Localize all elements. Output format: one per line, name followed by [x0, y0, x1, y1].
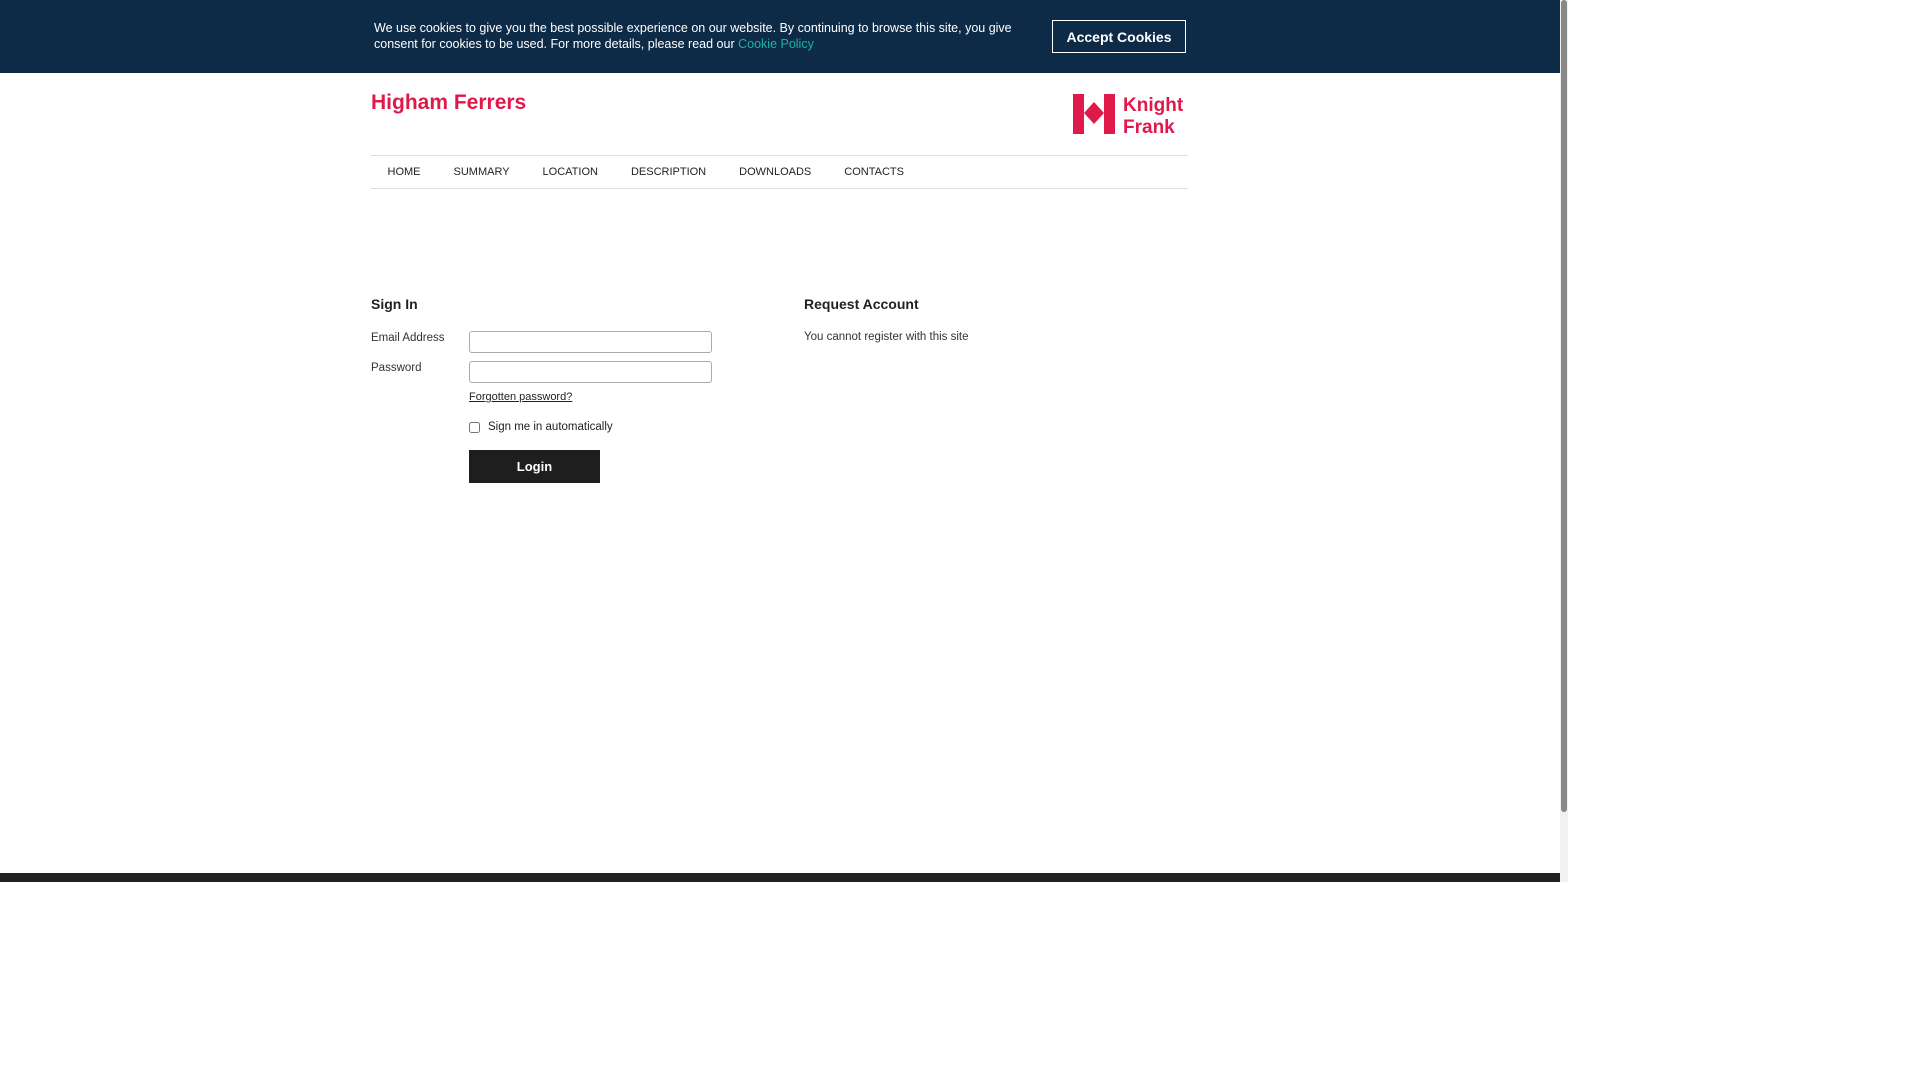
password-field[interactable] [469, 361, 712, 383]
main-nav: HOME SUMMARY LOCATION DESCRIPTION DOWNLO… [371, 155, 1188, 189]
forgot-password-link[interactable]: Forgotten password? [469, 391, 572, 403]
scrollbar-thumb[interactable] [1561, 0, 1567, 812]
register-message: You cannot register with this site [804, 331, 969, 343]
cookie-message: We use cookies to give you the best poss… [374, 20, 1034, 52]
nav-item-downloads[interactable]: DOWNLOADS [723, 156, 828, 188]
remember-me-checkbox[interactable] [469, 421, 480, 433]
sign-in-heading: Sign In [371, 296, 418, 312]
email-label: Email Address [371, 332, 445, 344]
logo-text-frank: Frank [1123, 117, 1175, 136]
email-field[interactable] [469, 331, 712, 353]
logo-mark [1073, 94, 1115, 134]
remember-me[interactable]: Sign me in automatically [469, 421, 613, 433]
login-button[interactable]: Login [469, 450, 600, 483]
knight-frank-logo[interactable]: Knight Frank [1073, 92, 1189, 136]
cookie-banner: We use cookies to give you the best poss… [0, 0, 1560, 73]
password-label: Password [371, 362, 422, 374]
request-account-heading: Request Account [804, 296, 919, 312]
nav-item-summary[interactable]: SUMMARY [437, 156, 526, 188]
footer-strip [0, 873, 1560, 882]
remember-me-label: Sign me in automatically [488, 421, 613, 433]
cookie-policy-link[interactable]: Cookie Policy [738, 37, 814, 51]
accept-cookies-button[interactable]: Accept Cookies [1052, 20, 1186, 53]
nav-item-contacts[interactable]: CONTACTS [828, 156, 921, 188]
site-title: Higham Ferrers [371, 91, 527, 114]
nav-item-description[interactable]: DESCRIPTION [614, 156, 722, 188]
nav-item-home[interactable]: HOME [371, 156, 437, 188]
logo-text-knight: Knight [1123, 95, 1184, 116]
vertical-scrollbar[interactable] [1560, 0, 1568, 882]
nav-item-location[interactable]: LOCATION [526, 156, 614, 188]
cookie-message-text: We use cookies to give you the best poss… [374, 21, 1012, 51]
